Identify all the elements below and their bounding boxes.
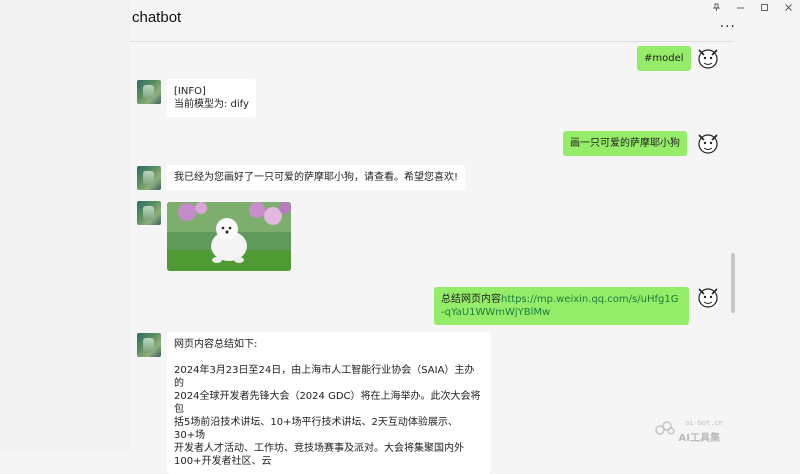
- user-avatar[interactable]: [695, 130, 721, 156]
- message-line: 2024全球开发者先锋大会（2024 GDC）将在上海举办。此次大会将包: [174, 391, 481, 415]
- left-panel: [0, 0, 130, 450]
- sent-message-bubble[interactable]: 总结网页内容https://mp.weixin.qq.com/s/uHfg1G-…: [434, 287, 689, 325]
- bot-avatar[interactable]: [137, 201, 161, 225]
- message-text: 我已经为您画好了一只可爱的萨摩耶小狗，请查看。希望您喜欢!: [174, 172, 459, 183]
- message-line: [174, 351, 484, 364]
- message-line: 网页内容总结如下:: [174, 339, 258, 350]
- message-line: 100+开发者社区、云: [174, 456, 272, 467]
- received-message-bubble[interactable]: [INFO] 当前模型为: dify: [167, 79, 256, 117]
- samoyed-dog-image[interactable]: [167, 202, 291, 271]
- sent-message-bubble[interactable]: 画一只可爱的萨摩耶小狗: [563, 131, 687, 156]
- close-icon[interactable]: [776, 0, 800, 14]
- message-list[interactable]: #model [INFO] 当前模型为: dify 画一只可爱的萨摩耶小狗 我已…: [130, 41, 733, 474]
- user-avatar[interactable]: [695, 284, 721, 310]
- bot-avatar[interactable]: [137, 80, 161, 104]
- sent-message-bubble[interactable]: #model: [637, 46, 691, 71]
- message-line: 开发者人才活动、工作坊、竞技场赛事及派对。大会将集聚国内外: [174, 443, 464, 454]
- message-line: 当前模型为: dify: [174, 99, 249, 110]
- message-text: 画一只可爱的萨摩耶小狗: [570, 138, 680, 149]
- bot-avatar[interactable]: [137, 333, 161, 357]
- message-line: 2024年3月23日至24日，由上海市人工智能行业协会（SAIA）主办的: [174, 365, 475, 389]
- message-text: #model: [644, 53, 684, 64]
- watermark-logo-icon: [655, 421, 675, 435]
- bot-avatar[interactable]: [137, 166, 161, 190]
- message-line: 括5场前沿技术讲坛、10+场平行技术讲坛、2天互动体验展示、30+场: [174, 417, 458, 441]
- watermark-site: ai-bot.cn: [685, 419, 723, 427]
- more-options-button[interactable]: ...: [720, 15, 736, 31]
- chat-scrollbar[interactable]: [731, 253, 735, 313]
- message-line: [INFO]: [174, 86, 206, 97]
- maximize-icon[interactable]: [752, 0, 776, 14]
- received-message-bubble[interactable]: 网页内容总结如下: 2024年3月23日至24日，由上海市人工智能行业协会（SA…: [167, 332, 491, 474]
- received-message-bubble[interactable]: 我已经为您画好了一只可爱的萨摩耶小狗，请查看。希望您喜欢!: [167, 165, 466, 190]
- watermark-name: AI工具集: [678, 433, 720, 444]
- chat-header: chatbot ...: [130, 0, 736, 42]
- message-text: 总结网页内容: [441, 294, 501, 305]
- chat-title: chatbot: [132, 9, 182, 26]
- user-avatar[interactable]: [695, 45, 721, 71]
